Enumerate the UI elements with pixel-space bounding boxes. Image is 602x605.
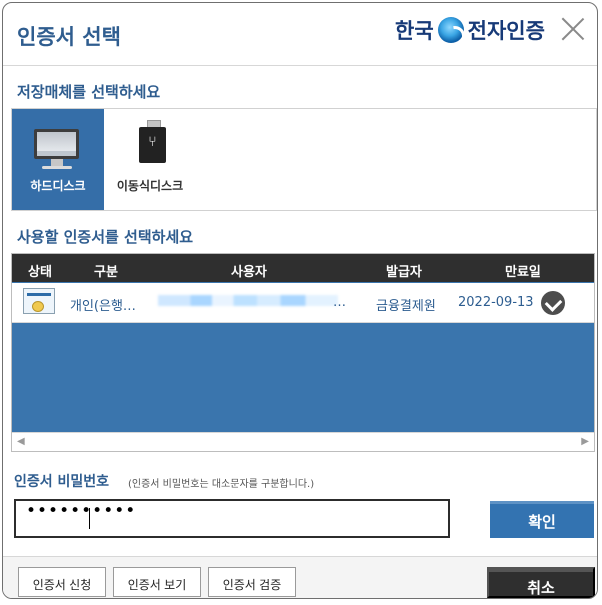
storage-section-label: 저장매체를 선택하세요 (17, 83, 161, 101)
monitor-base (42, 166, 72, 169)
storage-item-label: 이동식디스크 (116, 179, 184, 193)
apply-certificate-button[interactable]: 인증서 신청 (18, 567, 106, 597)
brand-logo: 한국 전자인증 (395, 15, 545, 45)
certificate-row[interactable]: 개인(은행… … 금융결제원 2022-09-13 (12, 283, 594, 323)
certificate-icon (23, 288, 55, 314)
password-label: 인증서 비밀번호 (14, 474, 110, 490)
password-input[interactable]: •••••••••• (14, 499, 450, 538)
storage-item-hard-disk[interactable]: 하드디스크 (12, 109, 104, 210)
usb-drive-icon (139, 127, 166, 163)
horizontal-scrollbar[interactable]: ◀ ▶ (12, 432, 594, 451)
storage-media-list: 하드디스크 이동식디스크 (11, 108, 597, 211)
column-issuer: 발급자 (386, 265, 422, 280)
certificate-selection-dialog: 인증서 선택 한국 전자인증 저장매체를 선택하세요 하드디스크 이동식디스크 … (2, 2, 598, 599)
monitor-icon (34, 129, 79, 159)
brand-text-left: 한국 (395, 19, 434, 43)
password-value: •••••••••• (26, 501, 137, 521)
brand-text-right: 전자인증 (467, 19, 545, 43)
scroll-left-icon[interactable]: ◀ (17, 436, 25, 447)
certificate-expiry: 2022-09-13 (458, 295, 534, 310)
certificate-table-header: 상태 구분 사용자 발급자 만료일 (12, 254, 594, 282)
check-circle-icon (541, 291, 565, 315)
certificate-table: 상태 구분 사용자 발급자 만료일 개인(은행… … 금융결제원 2022-09… (11, 253, 595, 452)
certificate-type: 개인(은행… (70, 299, 136, 314)
view-certificate-button[interactable]: 인증서 보기 (113, 567, 201, 597)
dialog-header: 인증서 선택 한국 전자인증 (3, 3, 597, 66)
password-hint: (인증서 비밀번호는 대소문자를 구분합니다.) (128, 479, 315, 490)
column-expiry: 만료일 (505, 265, 541, 280)
certificate-section-label: 사용할 인증서를 선택하세요 (17, 228, 194, 246)
dialog-title: 인증서 선택 (17, 25, 121, 49)
monitor-stand (51, 159, 63, 166)
brand-mark-icon (437, 17, 464, 43)
column-user: 사용자 (231, 265, 267, 280)
column-type: 구분 (94, 265, 118, 280)
verify-certificate-button[interactable]: 인증서 검증 (208, 567, 296, 597)
scroll-right-icon[interactable]: ▶ (581, 436, 589, 447)
storage-item-label: 하드디스크 (30, 179, 86, 193)
column-status: 상태 (28, 265, 52, 280)
close-icon[interactable] (557, 13, 589, 45)
cancel-button[interactable]: 취소 (487, 567, 595, 598)
masked-user-name (158, 295, 338, 306)
confirm-button[interactable]: 확인 (490, 501, 594, 538)
storage-item-removable-disk[interactable]: 이동식디스크 (104, 109, 196, 210)
certificate-user-suffix: … (333, 295, 346, 310)
certificate-issuer: 금융결제원 (376, 299, 436, 314)
